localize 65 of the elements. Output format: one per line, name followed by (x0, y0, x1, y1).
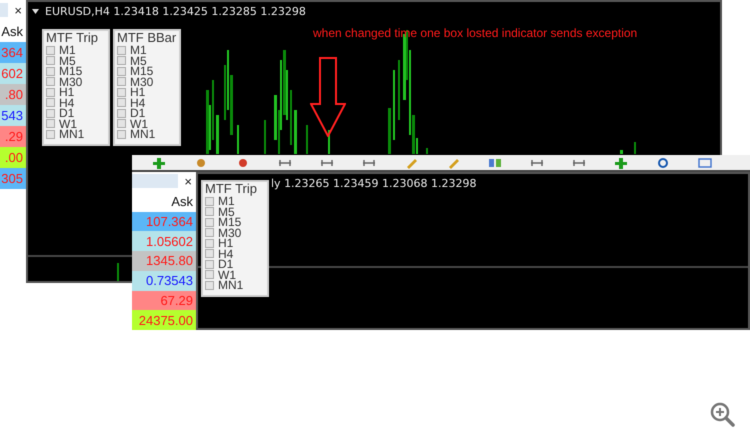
panel-header (132, 174, 178, 188)
column-header: Ask (0, 22, 24, 40)
timeframe-checkbox[interactable]: M30 (205, 228, 267, 238)
timeframe-checkbox[interactable]: H1 (46, 87, 108, 98)
candle (294, 110, 297, 154)
down-arrow-icon (310, 57, 346, 137)
dropdown-icon[interactable] (32, 8, 39, 14)
close-button[interactable]: × (184, 174, 192, 189)
timeframe-checkbox[interactable]: W1 (46, 118, 108, 129)
timeframe-checkbox[interactable]: M1 (205, 196, 267, 206)
circle-icon[interactable] (236, 156, 250, 168)
ask-price: 1345.80 (132, 251, 196, 271)
ask-price: 67.29 (132, 290, 196, 310)
circle-icon[interactable] (194, 156, 208, 168)
timeframe-checkbox[interactable]: M5 (117, 56, 179, 66)
timeframe-checkbox[interactable]: D1 (46, 108, 108, 118)
timeframe-checkbox[interactable]: H4 (205, 248, 267, 259)
column-header: Ask (170, 192, 194, 211)
timeframe-checkbox[interactable]: H1 (117, 87, 179, 98)
timeframe-checkbox[interactable]: M1 (117, 45, 179, 56)
ask-price: 305 (0, 168, 26, 189)
timeframe-checkbox[interactable]: MN1 (117, 129, 179, 140)
timeframe-checkbox[interactable]: H4 (46, 98, 108, 108)
annotation-text: when changed time one box losted indicator sends exception (313, 26, 638, 40)
ask-price: 364 (0, 42, 26, 63)
close-button[interactable]: × (14, 2, 22, 18)
candle (216, 115, 219, 154)
timeframe-checkbox[interactable]: H1 (205, 238, 267, 248)
timeframe-checkbox[interactable]: MN1 (205, 280, 267, 290)
timeframe-checkbox[interactable]: M30 (46, 76, 108, 87)
panel-title: MTF Trip (46, 31, 99, 45)
timeframe-checkbox[interactable]: W1 (117, 118, 179, 129)
candle (620, 150, 623, 154)
ask-price: 543 (0, 105, 26, 126)
circle-icon[interactable] (656, 156, 670, 168)
timeframe-checkbox[interactable]: M5 (205, 206, 267, 217)
ask-price: 0.73543 (132, 270, 196, 290)
plus-icon[interactable] (614, 156, 628, 168)
timeframe-checkbox[interactable]: M15 (205, 217, 267, 228)
timeframe-checkbox[interactable]: W1 (205, 270, 267, 280)
timeframe-checkbox[interactable]: M5 (46, 56, 108, 66)
timeframe-checkbox[interactable]: D1 (205, 259, 267, 270)
ask-price: .29 (0, 126, 26, 147)
timeframe-checkbox[interactable]: D1 (117, 108, 179, 118)
ask-price: .80 (0, 84, 26, 105)
panel-header (0, 3, 8, 17)
ask-price: .00 (0, 147, 26, 168)
plus-icon[interactable] (152, 156, 166, 168)
ask-price: 1.05602 (132, 231, 196, 251)
timeframe-checkbox[interactable]: M30 (117, 76, 179, 87)
timeframe-checkbox[interactable]: M15 (46, 66, 108, 76)
ask-price: 24375.00 (132, 310, 196, 330)
timeframe-checkbox[interactable]: M15 (117, 66, 179, 76)
chart-title: EURUSD,H4 1.23418 1.23425 1.23285 1.23298 (45, 4, 306, 18)
windows-icon[interactable] (488, 156, 502, 168)
panel-title: MTF BBar (117, 31, 178, 45)
window-icon[interactable] (698, 156, 712, 168)
timeframe-checkbox[interactable]: MN1 (46, 129, 108, 140)
panel-title: MTF Trip (205, 182, 258, 196)
ask-price: 107.364 (132, 212, 196, 232)
timeframe-checkbox[interactable]: H4 (117, 98, 179, 108)
candle (388, 108, 391, 154)
zoom-in-icon[interactable] (709, 401, 735, 427)
ask-price: 602 (0, 63, 26, 84)
timeframe-checkbox[interactable]: M1 (46, 45, 108, 56)
